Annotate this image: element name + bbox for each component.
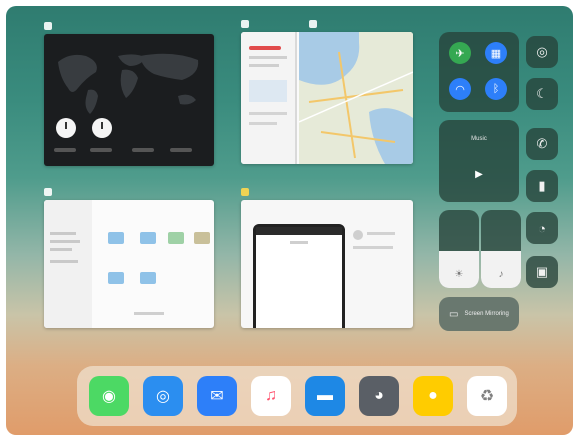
- mail-icon[interactable]: ✉: [197, 376, 237, 416]
- files-icon: [44, 188, 52, 196]
- music-label: Music: [471, 136, 487, 142]
- folder-icon: [194, 232, 210, 244]
- device-frame: [253, 224, 345, 328]
- volume-icon: ♪: [498, 269, 504, 280]
- safari-icon[interactable]: ◎: [143, 376, 183, 416]
- safari-pane: [241, 32, 297, 164]
- brightness-icon: ☀: [454, 269, 464, 280]
- files-sidebar: [44, 200, 92, 328]
- do-not-disturb-icon[interactable]: ☾: [526, 78, 558, 110]
- ipad-screen: ✈ ▦ ◠ ᛒ ◎ ☾ Music ▶ ✆ ▮ ☀ ♪ ◔ ▣ ▭ Screen…: [6, 6, 573, 435]
- clock-caption: [90, 148, 112, 152]
- bluetooth-icon[interactable]: ᛒ: [485, 78, 507, 100]
- tips-icon[interactable]: ●: [413, 376, 453, 416]
- app-card-files[interactable]: [44, 188, 214, 328]
- world-clock-1: [56, 118, 76, 138]
- dock: ◉ ◎ ✉ ♫ ▬ ◕ ● ♻: [77, 366, 517, 426]
- app-card-files-label: [44, 187, 52, 197]
- wifi-icon[interactable]: ◠: [449, 78, 471, 100]
- camera-icon[interactable]: ▣: [526, 256, 558, 288]
- rotation-lock-icon[interactable]: ◎: [526, 36, 558, 68]
- connectivity-panel: ✈ ▦ ◠ ᛒ: [439, 32, 519, 112]
- screen-mirroring-label: Screen Mirroring: [464, 311, 509, 317]
- folder-icon: [108, 232, 124, 244]
- app-card-split-view[interactable]: [241, 20, 413, 164]
- clock-caption: [132, 148, 154, 152]
- music-icon[interactable]: ♫: [251, 376, 291, 416]
- messages-icon[interactable]: ◉: [89, 376, 129, 416]
- notes-thumbnail: [241, 200, 413, 328]
- timer-icon[interactable]: ◔: [526, 212, 558, 244]
- maps-icon: [309, 20, 317, 28]
- clock-thumbnail: [44, 34, 214, 166]
- world-map-icon: [58, 53, 199, 114]
- screen-mirroring-icon: ▭: [449, 308, 459, 320]
- camera-icon[interactable]: ◕: [359, 376, 399, 416]
- clock-icon: [44, 22, 52, 30]
- phone-icon[interactable]: ✆: [526, 128, 558, 160]
- airplane-mode-icon[interactable]: ✈: [449, 42, 471, 64]
- world-clock-2: [92, 118, 112, 138]
- app-card-clock[interactable]: [44, 22, 214, 166]
- clock-caption: [54, 148, 76, 152]
- folder-icon: [168, 232, 184, 244]
- music-panel: Music ▶: [439, 120, 519, 202]
- clock-caption: [170, 148, 192, 152]
- play-icon[interactable]: ▶: [469, 164, 489, 184]
- app-card-clock-label: [44, 21, 52, 31]
- app-card-notes-label: [241, 187, 249, 197]
- folder-icon: [140, 232, 156, 244]
- safari-icon: [241, 20, 249, 28]
- files-thumbnail: [44, 200, 214, 328]
- app-card-notes[interactable]: [241, 188, 413, 328]
- folder-icon: [108, 272, 124, 284]
- files-icon[interactable]: ▬: [305, 376, 345, 416]
- flashlight-icon[interactable]: ▮: [526, 170, 558, 202]
- notes-icon: [241, 188, 249, 196]
- app-card-split-view-label: [241, 19, 317, 29]
- volume-slider[interactable]: ♪: [481, 210, 521, 288]
- recycle-icon[interactable]: ♻: [467, 376, 507, 416]
- brightness-slider[interactable]: ☀: [439, 210, 479, 288]
- map-icon: [298, 32, 413, 164]
- screen-mirroring-button[interactable]: ▭ Screen Mirroring: [439, 297, 519, 331]
- maps-pane: [298, 32, 413, 164]
- split-view-thumbnail: [241, 32, 413, 164]
- folder-icon: [140, 272, 156, 284]
- cellular-data-icon[interactable]: ▦: [485, 42, 507, 64]
